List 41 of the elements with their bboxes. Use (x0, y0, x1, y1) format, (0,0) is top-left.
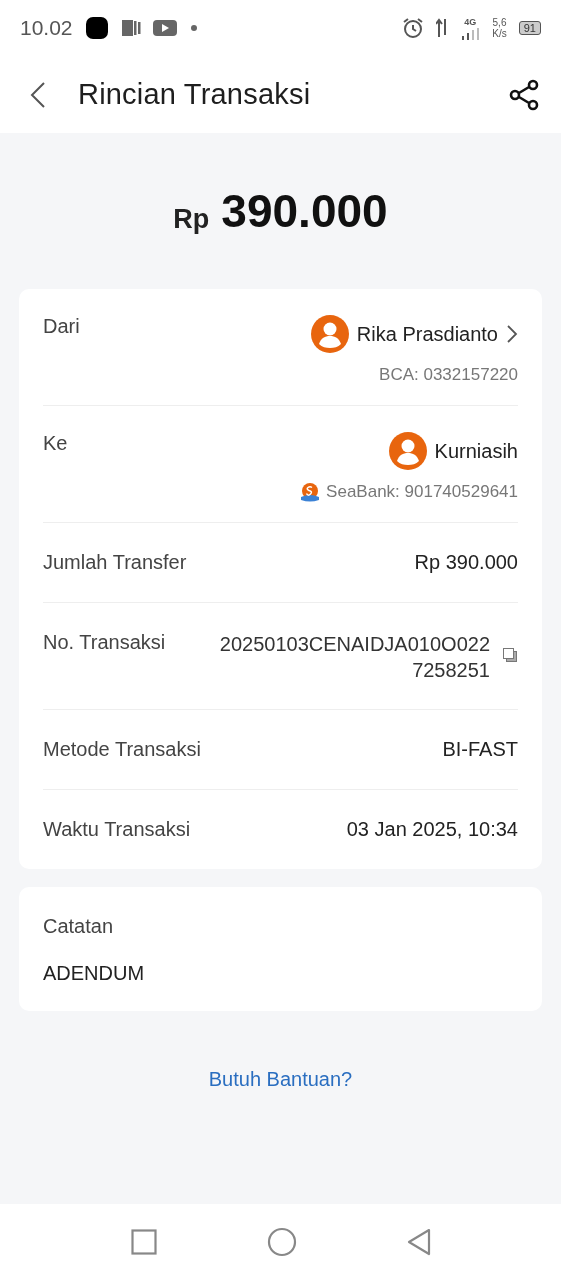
dot-icon (188, 23, 199, 33)
battery-level: 91 (518, 21, 541, 35)
avatar-icon (388, 432, 427, 470)
amount-value: 390.000 (221, 184, 388, 238)
field-label: Dari (43, 315, 80, 339)
field-label: Waktu Transaksi (43, 818, 191, 841)
data-arrows-icon (436, 17, 449, 39)
speed-unit: K/s (492, 28, 507, 39)
field-value: BI-FAST (442, 738, 518, 761)
transaction-number: 20250103CENAIDJA010O0227258251 (218, 632, 490, 683)
document-icon (120, 18, 141, 38)
field-label: Jumlah Transfer (43, 551, 187, 574)
account-number: BCA: 0332157220 (379, 365, 518, 385)
back-icon[interactable] (28, 80, 48, 109)
note-text: ADENDUM (43, 962, 146, 985)
signal-icon (460, 27, 481, 40)
recent-apps-icon[interactable] (130, 1229, 157, 1255)
help-link[interactable]: Butuh Bantuan? (208, 1068, 353, 1091)
note-label: Catatan (43, 915, 115, 938)
account-number: SeaBank: 901740529641 (326, 482, 518, 502)
account-name[interactable]: Rika Prasdianto (356, 322, 498, 346)
speed-value: 5,6 (492, 17, 507, 28)
field-label: No. Transaksi (43, 631, 166, 655)
share-icon[interactable] (509, 78, 541, 111)
chevron-right-icon[interactable] (506, 324, 518, 344)
avatar-icon (310, 315, 349, 353)
app-icon (84, 16, 109, 40)
page-title: Rincian Transaksi (78, 78, 312, 111)
field-label: Metode Transaksi (43, 738, 201, 761)
currency-label: Rp (173, 203, 210, 235)
network-type: 4G (463, 16, 478, 28)
video-play-icon (152, 19, 177, 37)
field-value: 03 Jan 2025, 10:34 (346, 818, 518, 841)
back-nav-icon[interactable] (406, 1228, 431, 1256)
home-icon[interactable] (266, 1227, 297, 1257)
copy-icon[interactable] (502, 647, 518, 663)
account-name: Kurniasih (434, 439, 518, 463)
alarm-icon (402, 17, 425, 39)
field-label: Ke (43, 432, 68, 456)
field-value: Rp 390.000 (414, 551, 518, 574)
clock-time: 10.02 (20, 16, 73, 40)
